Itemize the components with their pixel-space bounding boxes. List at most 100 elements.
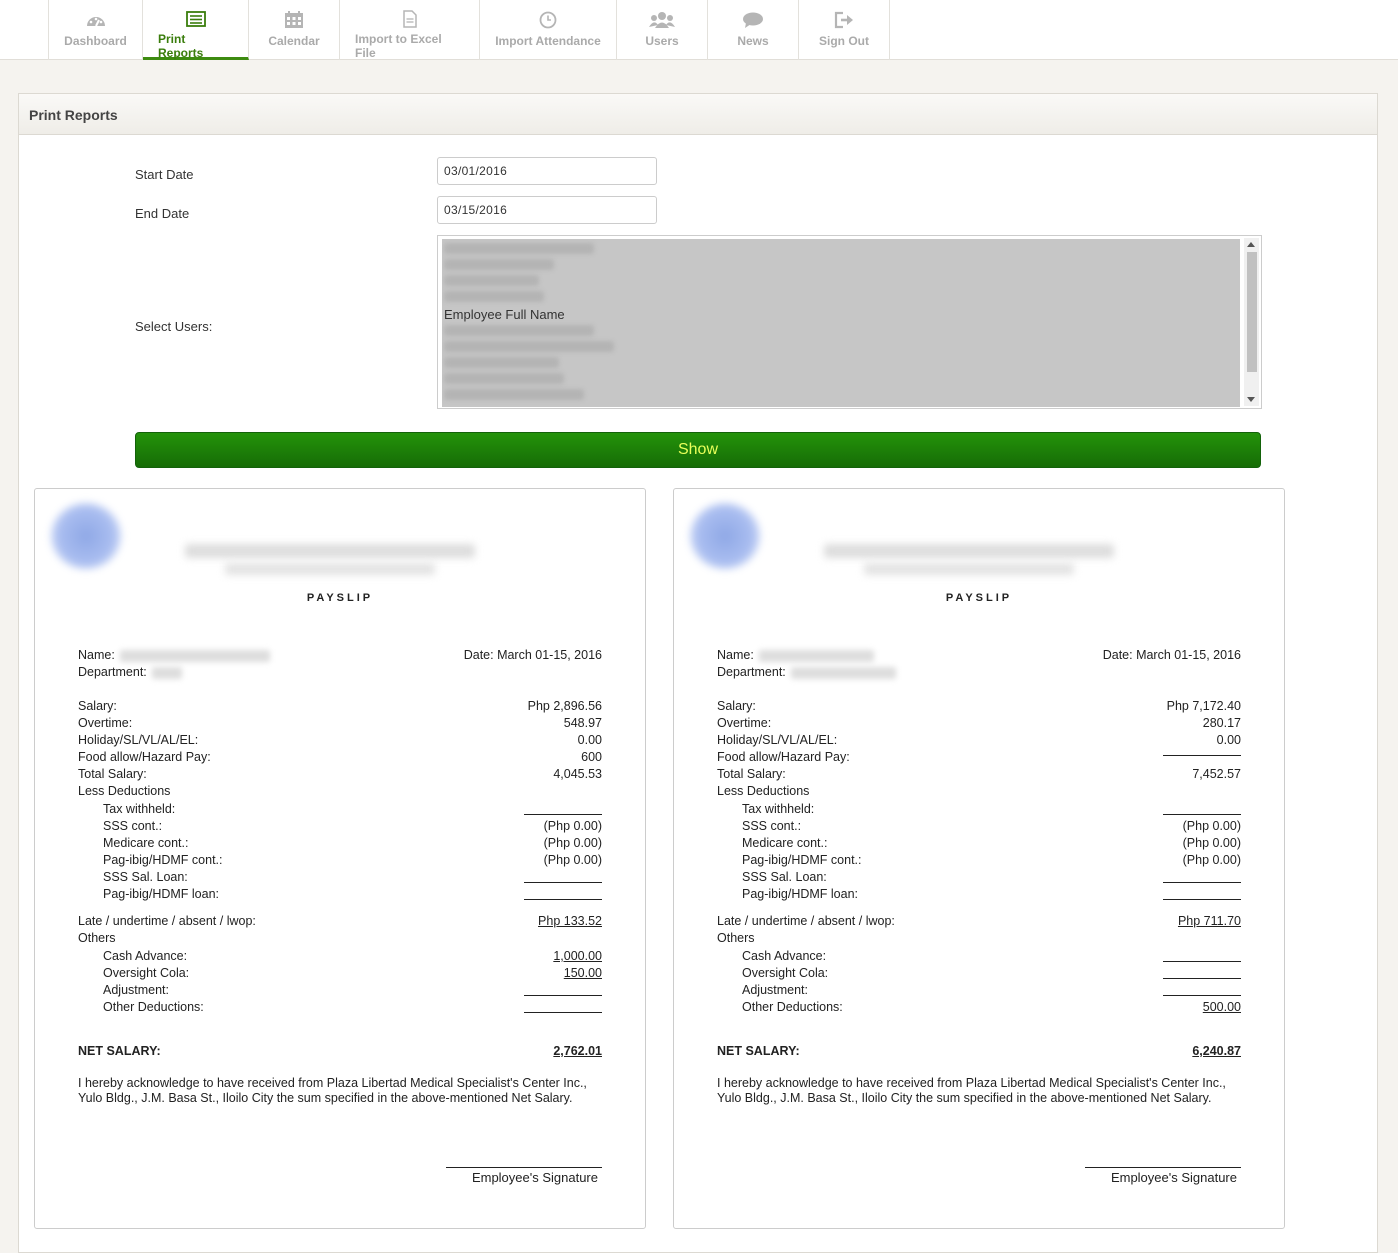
overtime-value: 280.17 [1202,716,1241,730]
less-deductions-row: Less Deductions [717,784,1241,801]
blank-line [1163,978,1241,979]
overtime-label: Overtime: [717,716,772,730]
acknowledgement-text: I hereby acknowledge to have received fr… [717,1076,1226,1105]
redacted-option[interactable] [444,389,584,400]
redacted-option[interactable] [444,373,564,384]
redacted-option[interactable] [444,341,614,352]
medicare-row: Medicare cont.: (Php 0.00) [717,836,1241,853]
end-date-input[interactable] [437,196,657,224]
cola-label: Oversight Cola: [742,966,829,980]
tab-dashboard[interactable]: Dashboard [48,0,143,60]
salary-row: Salary: Php 7,172.40 [717,699,1241,716]
overtime-row: Overtime: 548.97 [78,716,602,733]
tab-label: Calendar [268,34,320,48]
show-button[interactable]: Show [135,432,1261,468]
scrollbar-thumb[interactable] [1247,252,1257,372]
blank-line [1163,961,1241,962]
food-allowance-label: Food allow/Hazard Pay: [78,750,211,764]
tab-label: Print Reports [158,32,204,60]
redacted-option[interactable] [444,243,594,254]
tab-calendar[interactable]: Calendar [249,0,340,60]
redacted-option[interactable] [444,259,554,270]
scrollbar[interactable] [1244,238,1259,406]
tab-label: Sign Out [819,34,869,48]
medicare-value: (Php 0.00) [543,836,602,850]
less-deductions-row: Less Deductions [78,784,602,801]
clock-icon [538,10,558,30]
blank-line [524,882,602,883]
blank-line [1163,882,1241,883]
tab-label: News [737,34,769,48]
name-label: Name: [717,648,754,662]
late-label: Late / undertime / absent / lwop: [78,914,256,928]
start-date-input[interactable] [437,157,657,185]
scroll-up-icon[interactable] [1247,242,1255,247]
cola-label: Oversight Cola: [103,966,190,980]
pagibig-row: Pag-ibig/HDMF cont.: (Php 0.00) [78,853,602,870]
total-salary-value: 4,045.53 [553,767,602,781]
users-multiselect[interactable]: Employee Full Name [437,235,1262,409]
redacted-option[interactable] [444,325,594,336]
adjustment-label: Adjustment: [103,983,170,997]
adjustment-row: Adjustment: [717,983,1241,1000]
users-options[interactable]: Employee Full Name [442,239,1240,407]
pagibig-value: (Php 0.00) [1182,853,1241,867]
sss-loan-row: SSS Sal. Loan: [78,870,602,887]
signature-label: Employee's Signature [1110,1170,1237,1185]
tab-sign-out[interactable]: Sign Out [799,0,890,60]
tax-label: Tax withheld: [742,802,815,816]
less-deductions-label: Less Deductions [78,784,171,798]
net-salary-value: 2,762.01 [553,1044,602,1058]
scroll-down-icon[interactable] [1247,397,1255,402]
blank-line [524,995,602,996]
food-allowance-row: Food allow/Hazard Pay: 600 [78,750,602,767]
redacted-option[interactable] [444,275,539,286]
department-label: Department: [717,665,786,679]
redacted-option[interactable] [444,291,544,302]
other-deductions-row: Other Deductions: [78,1000,602,1017]
medicare-row: Medicare cont.: (Php 0.00) [78,836,602,853]
salary-row: Salary: Php 2,896.56 [78,699,602,716]
tab-news[interactable]: News [708,0,799,60]
tab-import-attendance[interactable]: Import Attendance [480,0,617,60]
pagibig-label: Pag-ibig/HDMF cont.: [742,853,862,867]
sss-label: SSS cont.: [103,819,163,833]
name-row: Name: Date: March 01-15, 2016 [717,648,1241,665]
tab-import-excel[interactable]: Import to Excel File [340,0,480,60]
signature-line [446,1167,602,1168]
user-option[interactable]: Employee Full Name [444,307,565,322]
redacted-company-address [225,563,435,575]
blank-line [524,1012,602,1013]
net-salary-value: 6,240.87 [1192,1044,1241,1058]
others-label: Others [78,931,116,945]
tab-users[interactable]: Users [617,0,708,60]
late-row: Late / undertime / absent / lwop: Php 133… [78,914,602,931]
end-date-label: End Date [135,206,190,221]
holiday-value: 0.00 [577,733,602,747]
salary-label: Salary: [717,699,756,713]
signature-label: Employee's Signature [471,1170,598,1185]
top-navigation: Dashboard Print Reports Calendar Import … [0,0,1398,60]
blank-line [1163,995,1241,996]
food-allowance-label: Food allow/Hazard Pay: [717,750,850,764]
sss-row: SSS cont.: (Php 0.00) [78,819,602,836]
sign-out-icon [834,10,854,30]
users-icon [649,10,675,30]
late-row: Late / undertime / absent / lwop: Php 711… [717,914,1241,931]
redacted-company-name [185,544,475,558]
total-salary-label: Total Salary: [717,767,786,781]
sss-row: SSS cont.: (Php 0.00) [717,819,1241,836]
tab-label: Users [645,34,679,48]
start-date-label: Start Date [135,167,194,182]
tab-print-reports[interactable]: Print Reports [143,0,249,60]
total-salary-row: Total Salary: 7,452.57 [717,767,1241,784]
redacted-option[interactable] [444,357,559,368]
cola-value: 150.00 [563,966,602,980]
tab-label: Import Attendance [495,34,601,48]
print-reports-panel: Print Reports Start Date End Date Select… [18,93,1378,1253]
overtime-row: Overtime: 280.17 [717,716,1241,733]
pagibig-loan-row: Pag-ibig/HDMF loan: [78,887,602,904]
cash-advance-label: Cash Advance: [742,949,827,963]
name-row: Name: Date: March 01-15, 2016 [78,648,602,665]
net-salary-row: NET SALARY: 2,762.01 [78,1044,602,1061]
